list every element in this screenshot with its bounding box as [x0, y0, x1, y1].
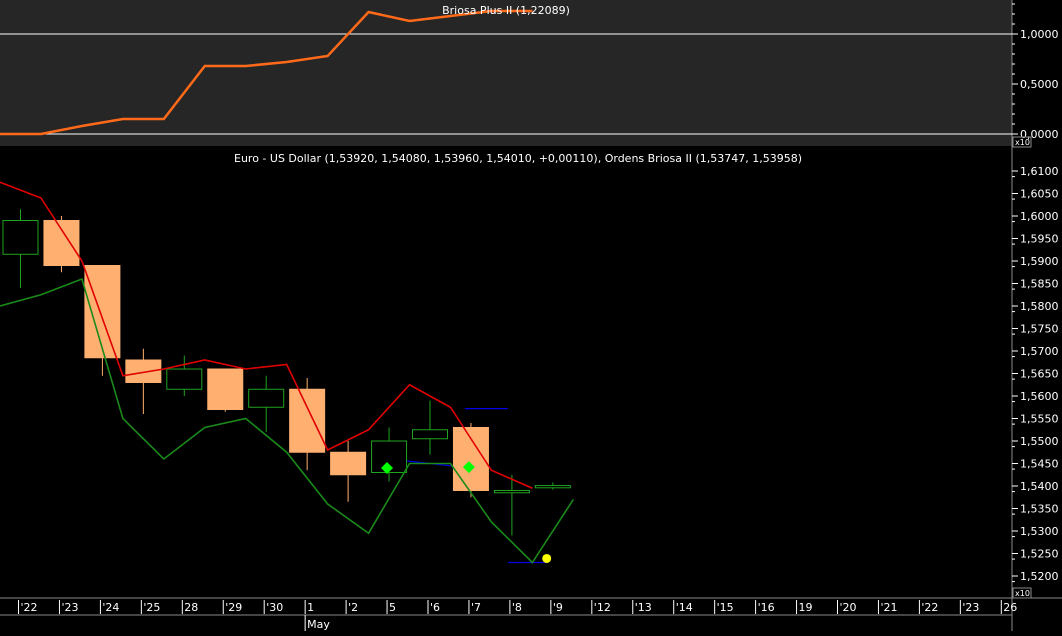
x-tick-label: '16: [758, 601, 775, 614]
candle-body: [166, 368, 203, 390]
chart-window: 1,0000 0,5000 0,0000 Briosa Plus II (1,220…: [0, 0, 1062, 631]
candle-body: [534, 485, 571, 489]
main-chart-title: Euro - US Dollar (1,53920, 1,54080, 1,53…: [234, 152, 802, 165]
candle: [452, 423, 489, 498]
x-tick-label: '12: [594, 601, 611, 614]
y-tick-label: 1,6050: [1020, 188, 1059, 201]
main-scale-label-top: x10: [1015, 138, 1030, 147]
y-tick-label: 1,6100: [1020, 165, 1059, 178]
y-tick-label: 1,5750: [1020, 323, 1059, 336]
y-tick-label: 1,5200: [1020, 570, 1059, 583]
candle-body: [207, 368, 244, 410]
candle-body: [330, 451, 367, 476]
main-scale-label-bottom: x10: [1015, 589, 1030, 598]
y-tick-label: 1,5950: [1020, 233, 1059, 246]
indicator-y-tick-label: 1,0000: [1020, 28, 1059, 41]
x-tick-label: '23: [962, 601, 979, 614]
y-tick-label: 1,5400: [1020, 480, 1059, 493]
signal-dot: [542, 553, 552, 563]
y-tick-label: 1,5450: [1020, 458, 1059, 471]
candle-body: [84, 265, 121, 359]
chart-svg: 1,00000,50000,0000 Briosa Plus II (1,220…: [0, 0, 1062, 631]
y-tick-label: 1,5600: [1020, 390, 1059, 403]
candle-body: [2, 220, 39, 255]
y-tick-label: 1,5850: [1020, 278, 1059, 291]
x-tick-label: '22: [21, 601, 38, 614]
x-tick-label: '9: [553, 601, 563, 614]
x-tick-label: '15: [717, 601, 734, 614]
x-tick-label: '8: [512, 601, 522, 614]
x-tick-label: '22: [921, 601, 938, 614]
x-tick-label: '6: [430, 601, 440, 614]
month-label: May: [307, 618, 330, 631]
x-tick-label: '29: [225, 601, 242, 614]
x-tick-label: '20: [840, 601, 857, 614]
x-tick-label: 1: [307, 601, 314, 614]
y-tick-label: 1,5900: [1020, 255, 1059, 268]
y-tick-label: 1,5550: [1020, 413, 1059, 426]
x-tick-label: '24: [102, 601, 119, 614]
candle-body: [125, 359, 162, 383]
x-tick-label: 26: [1003, 601, 1017, 614]
x-tick-label: '14: [676, 601, 693, 614]
x-tick-label: '21: [880, 601, 897, 614]
y-tick-label: 1,5250: [1020, 548, 1059, 561]
candle-body: [289, 388, 326, 453]
x-tick-label: 28: [184, 601, 198, 614]
x-tick-label: '13: [635, 601, 652, 614]
y-tick-label: 1,5300: [1020, 525, 1059, 538]
candle-body: [493, 490, 530, 494]
candle: [43, 216, 80, 273]
indicator-panel-background: [0, 0, 1012, 146]
y-tick-label: 1,6000: [1020, 210, 1059, 223]
candle-body: [43, 220, 80, 266]
y-tick-label: 1,5650: [1020, 368, 1059, 381]
x-tick-label: 19: [799, 601, 813, 614]
indicator-y-tick-label: 0,5000: [1020, 78, 1059, 91]
candle: [207, 368, 244, 412]
candle-body: [248, 388, 285, 408]
indicator-title: Briosa Plus II (1,22089): [442, 4, 570, 17]
y-tick-label: 1,5800: [1020, 300, 1059, 313]
y-tick-label: 1,5500: [1020, 435, 1059, 448]
y-tick-label: 1,5350: [1020, 503, 1059, 516]
x-tick-label: '30: [266, 601, 283, 614]
x-tick-label: '2: [348, 601, 358, 614]
y-tick-label: 1,5700: [1020, 345, 1059, 358]
x-tick-label: '25: [143, 601, 160, 614]
candle-body: [412, 429, 448, 440]
x-tick-label: '23: [61, 601, 78, 614]
x-tick-label: 5: [389, 601, 396, 614]
x-tick-label: '7: [471, 601, 481, 614]
